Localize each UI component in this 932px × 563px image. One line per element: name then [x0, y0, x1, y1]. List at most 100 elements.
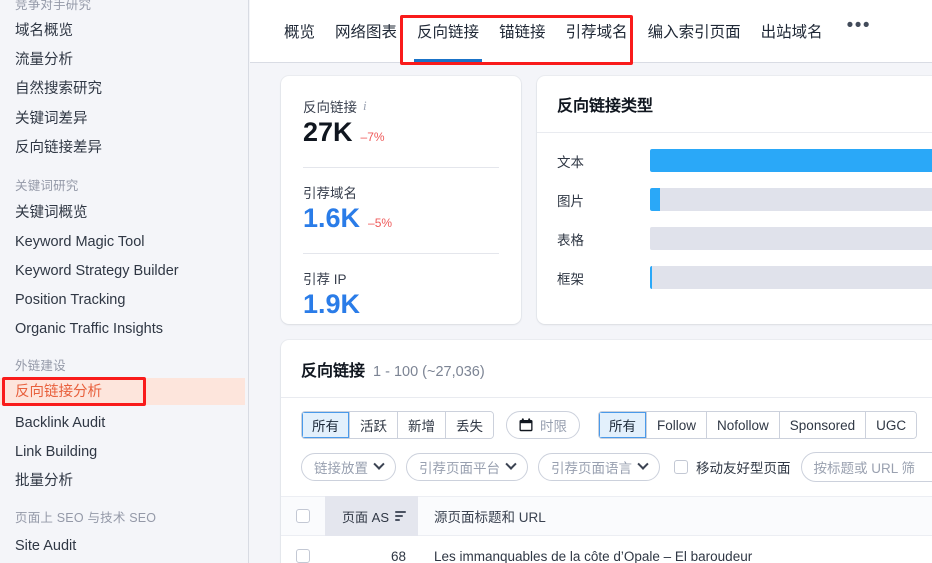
tab-more-icon[interactable]: •••: [833, 0, 881, 62]
sidebar-item-label: 反向链接分析: [15, 383, 102, 400]
sidebar-item-backlink-analytics[interactable]: 反向链接分析: [0, 378, 245, 405]
tab-overview[interactable]: 概览: [274, 0, 325, 62]
tab-anchors[interactable]: 锚链接: [489, 0, 556, 62]
search-placeholder: 按标题或 URL 筛: [813, 461, 916, 476]
sidebar: 竞争对手研究 域名概览 流量分析 自然搜索研究 关键词差异 反向链接差异 关键词…: [0, 0, 249, 563]
sidebar-item-label: Site Audit: [15, 538, 77, 554]
cell-page-as: 68: [390, 548, 406, 563]
metrics-card: 反向链接 i 27K –7% 引荐域名 1.6K –5% 引荐 IP 1.9K: [281, 76, 521, 324]
seg-label: 活跃: [360, 419, 387, 434]
seg-label: 丢失: [456, 419, 483, 434]
follow-filter-nofollow[interactable]: Nofollow: [707, 412, 780, 438]
sidebar-item-label: 反向链接差异: [15, 140, 102, 156]
tab-backlinks[interactable]: 反向链接: [407, 0, 489, 62]
dropdown-label: 链接放置: [314, 461, 368, 476]
chevron-down-icon: [637, 458, 649, 470]
app-root: 竞争对手研究 域名概览 流量分析 自然搜索研究 关键词差异 反向链接差异 关键词…: [0, 0, 932, 563]
status-filter-group: 所有 活跃 新增 丢失: [301, 411, 494, 439]
metric-value-text: 1.9K: [303, 289, 361, 319]
seg-label: Follow: [657, 417, 697, 433]
metric-delta: –7%: [360, 130, 385, 144]
follow-filter-all[interactable]: 所有: [599, 412, 647, 438]
sidebar-item-organic-traffic-insights[interactable]: Organic Traffic Insights: [0, 320, 163, 338]
sidebar-item-domain-overview[interactable]: 域名概览: [0, 22, 73, 40]
dropdown-link-placement[interactable]: 链接放置: [301, 453, 396, 481]
divider: [537, 132, 932, 133]
chevron-down-icon: [373, 458, 385, 470]
table-header: 反向链接 1 - 100 (~27,036): [281, 340, 932, 381]
calendar-icon: [519, 418, 533, 432]
divider: [281, 397, 932, 398]
sidebar-item-label: Backlink Audit: [15, 415, 106, 431]
tab-referring-domains[interactable]: 引荐域名: [556, 0, 638, 62]
tab-label: 编入索引页面: [647, 24, 741, 41]
column-header-source-page[interactable]: 源页面标题和 URL: [418, 506, 932, 526]
sidebar-group-title-keyword-research: 关键词研究: [15, 179, 79, 193]
sidebar-item-traffic-analytics[interactable]: 流量分析: [0, 51, 73, 69]
search-input[interactable]: 按标题或 URL 筛: [800, 452, 932, 482]
info-icon[interactable]: i: [363, 98, 367, 114]
status-filter-active[interactable]: 活跃: [350, 412, 398, 438]
tab-network-graph[interactable]: 网络图表: [325, 0, 407, 62]
sidebar-item-site-audit[interactable]: Site Audit: [0, 537, 76, 555]
column-header-page-as[interactable]: 页面 AS: [325, 496, 418, 536]
metric-label: 引荐 IP: [303, 268, 499, 288]
tab-label: 概览: [284, 24, 316, 41]
sidebar-item-organic-research[interactable]: 自然搜索研究: [0, 80, 102, 98]
bar-track: [650, 149, 932, 172]
tab-outbound-domains[interactable]: 出站域名: [751, 0, 833, 62]
metric-delta: –5%: [368, 216, 393, 230]
sidebar-item-link-building[interactable]: Link Building: [0, 443, 97, 461]
chart-bar-row: 图片: [537, 188, 932, 211]
seg-label: Sponsored: [789, 417, 856, 433]
metric-label: 反向链接 i: [303, 96, 499, 116]
backlink-types-card: 反向链接类型 文本 图片 表格 框架: [537, 76, 932, 324]
sidebar-item-bulk-analysis[interactable]: 批量分析: [0, 472, 73, 490]
sidebar-item-label: Organic Traffic Insights: [15, 321, 164, 337]
metric-value-text: 27K: [303, 117, 353, 147]
tab-label: 反向链接: [417, 24, 480, 41]
column-header-label: 页面 AS: [342, 509, 389, 525]
follow-filter-follow[interactable]: Follow: [647, 412, 708, 438]
dropdown-referring-page-language[interactable]: 引荐页面语言: [538, 453, 660, 481]
dropdown-referring-page-platform[interactable]: 引荐页面平台: [406, 453, 528, 481]
tab-label: 引荐域名: [565, 24, 628, 41]
sidebar-group-title-onpage-seo: 页面上 SEO 与技术 SEO: [15, 511, 157, 525]
status-filter-new[interactable]: 新增: [398, 412, 446, 438]
select-all-checkbox-cell: [281, 509, 325, 523]
sidebar-item-backlink-audit[interactable]: Backlink Audit: [0, 414, 105, 432]
dropdown-label: 引荐页面语言: [551, 461, 632, 476]
sidebar-item-keyword-strategy-builder[interactable]: Keyword Strategy Builder: [0, 262, 179, 280]
seg-label: UGC: [876, 417, 907, 433]
metric-backlinks: 反向链接 i 27K –7%: [281, 76, 521, 153]
row-checkbox[interactable]: [296, 549, 310, 563]
metric-label-text: 引荐域名: [303, 186, 357, 201]
sidebar-item-label: 流量分析: [15, 52, 73, 68]
mobile-friendly-label: 移动友好型页面: [696, 461, 791, 476]
sidebar-item-label: 关键词差异: [15, 111, 88, 127]
sidebar-item-label: 自然搜索研究: [15, 81, 102, 97]
follow-filter-ugc[interactable]: UGC: [866, 412, 917, 438]
sidebar-item-keyword-overview[interactable]: 关键词概览: [0, 204, 88, 222]
sidebar-item-position-tracking[interactable]: Position Tracking: [0, 291, 125, 309]
date-range-button[interactable]: 时限: [506, 411, 580, 439]
sidebar-item-backlink-gap[interactable]: 反向链接差异: [0, 139, 102, 157]
sidebar-item-label: Keyword Magic Tool: [15, 234, 145, 250]
follow-filter-sponsored[interactable]: Sponsored: [779, 412, 867, 438]
seg-label: 所有: [312, 419, 339, 434]
sidebar-item-label: Keyword Strategy Builder: [15, 263, 179, 279]
status-filter-lost[interactable]: 丢失: [446, 412, 493, 438]
sidebar-item-label: 批量分析: [15, 473, 73, 489]
seg-label: 所有: [609, 419, 636, 434]
select-all-checkbox[interactable]: [296, 509, 310, 523]
metric-value: 1.9K: [303, 288, 499, 320]
bar-fill: [650, 188, 660, 211]
sidebar-item-keyword-gap[interactable]: 关键词差异: [0, 110, 88, 128]
sidebar-item-keyword-magic-tool[interactable]: Keyword Magic Tool: [0, 233, 145, 251]
tab-label: 出站域名: [760, 24, 823, 41]
status-filter-all[interactable]: 所有: [302, 412, 350, 438]
sidebar-item-label: Position Tracking: [15, 292, 126, 308]
table-row[interactable]: 68 Les immanquables de la côte d’Opale –…: [281, 536, 932, 563]
mobile-friendly-checkbox[interactable]: [674, 460, 688, 474]
tab-indexed-pages[interactable]: 编入索引页面: [638, 0, 751, 62]
